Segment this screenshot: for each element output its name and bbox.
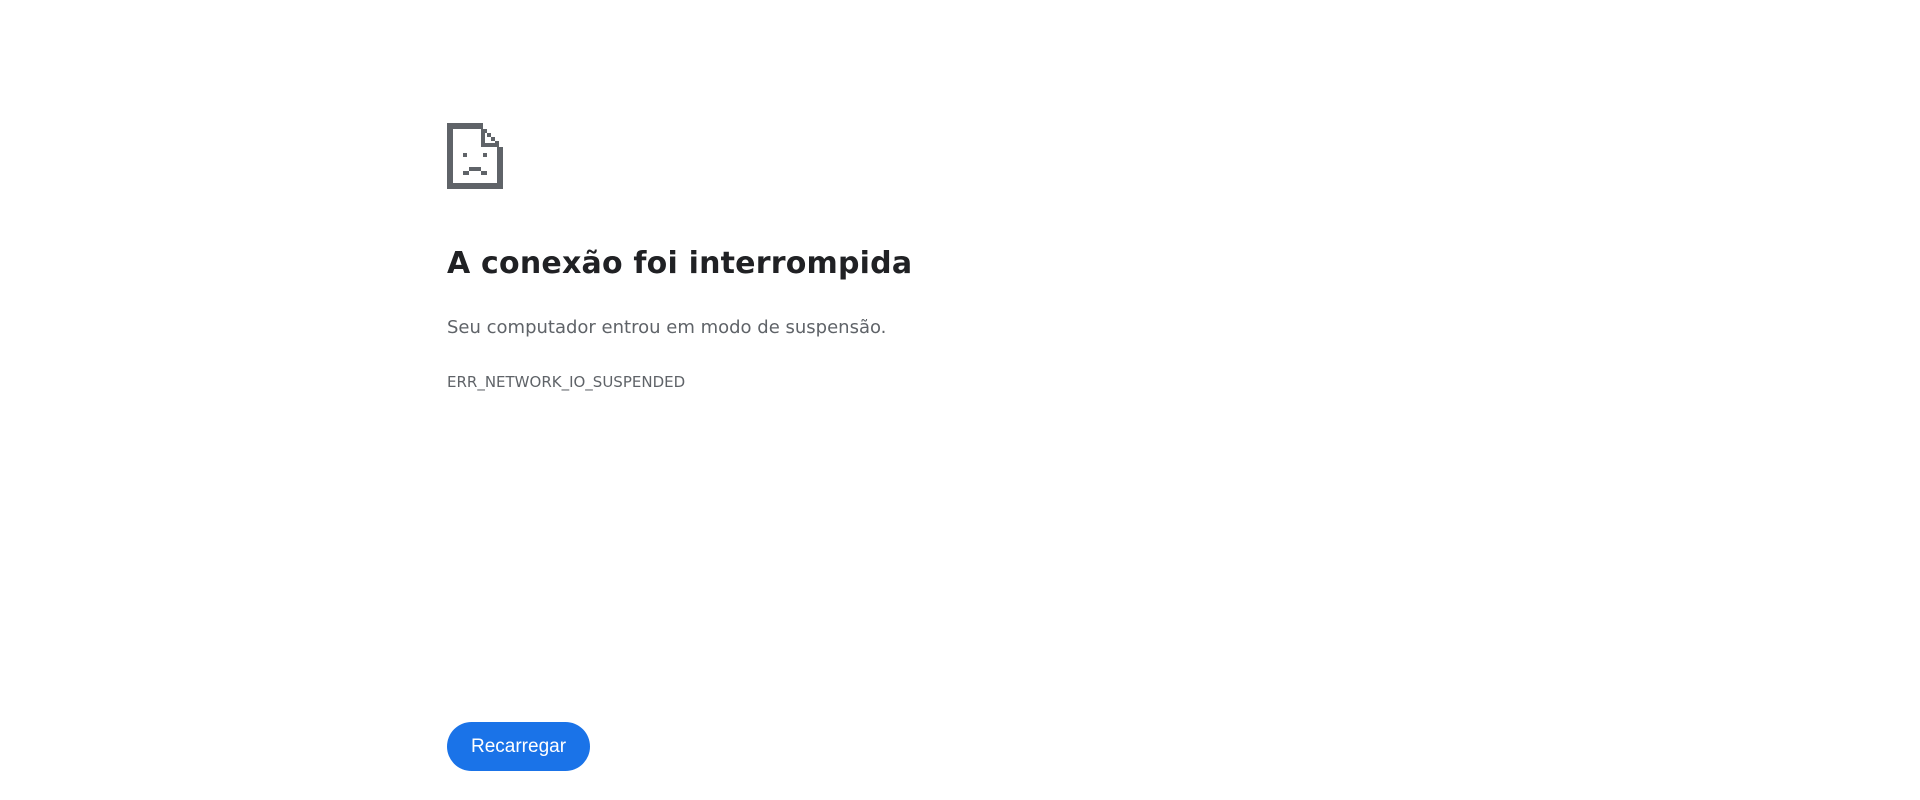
error-message: Seu computador entrou em modo de suspens… — [447, 317, 887, 338]
error-page: A conexão foi interrompida Seu computado… — [0, 0, 1920, 800]
error-code: ERR_NETWORK_IO_SUSPENDED — [447, 373, 686, 391]
reload-button[interactable]: Recarregar — [447, 722, 591, 771]
error-title: A conexão foi interrompida — [447, 246, 913, 281]
sad-page-icon — [447, 123, 503, 189]
